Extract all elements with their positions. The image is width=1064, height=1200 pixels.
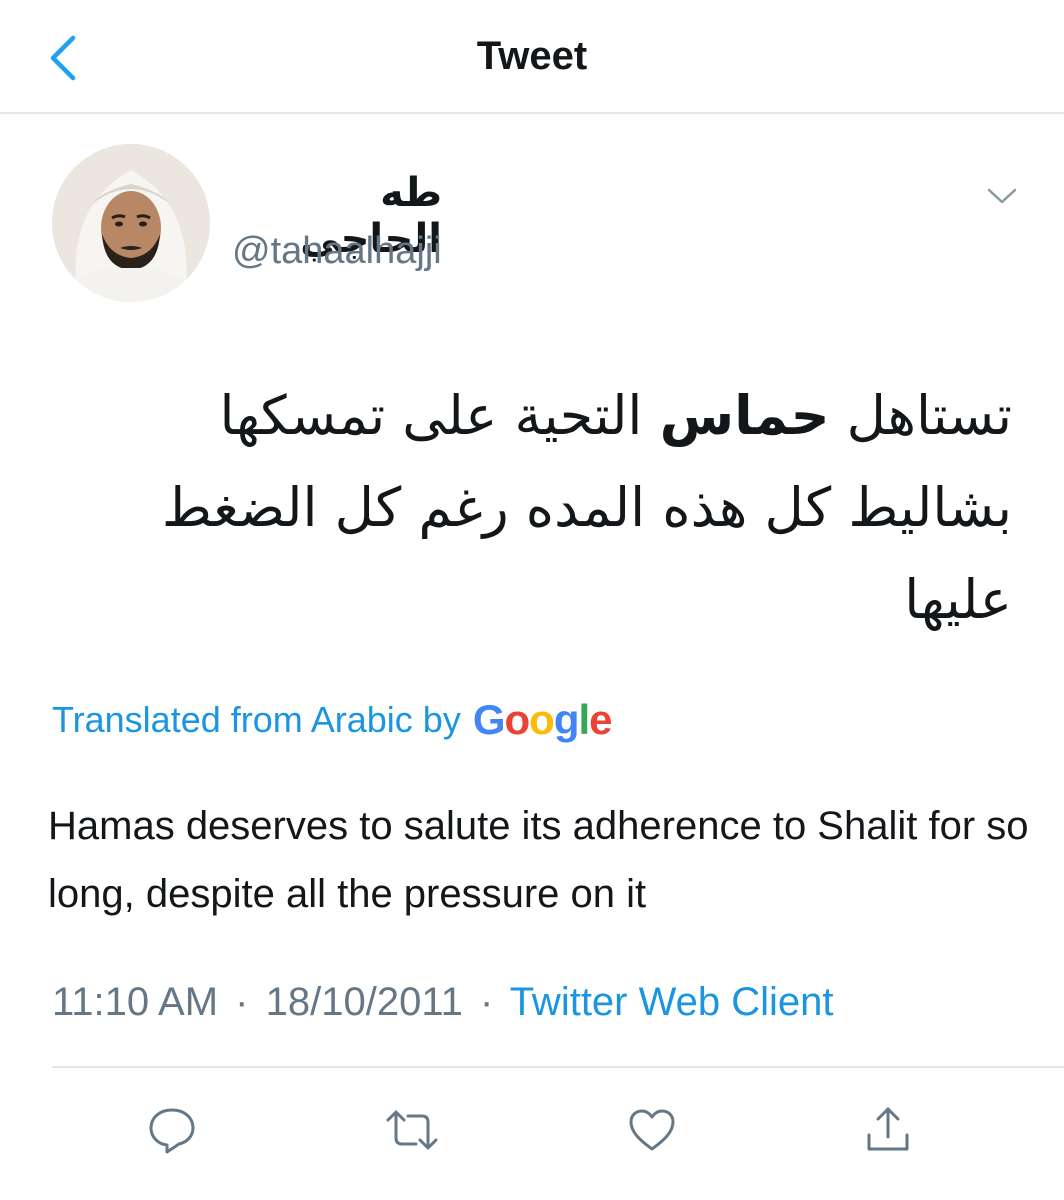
- translated-text: Hamas deserves to salute its adherence t…: [48, 804, 1029, 916]
- tweet-date: 18/10/2011: [265, 980, 463, 1024]
- share-icon: [867, 1107, 909, 1151]
- tweet-source-link[interactable]: Twitter Web Client: [510, 980, 834, 1024]
- retweet-button[interactable]: [384, 1102, 440, 1158]
- tweet-detail-screen: Tweet طه الحاجي @tahaalhajji تستاهل حماس…: [0, 0, 1064, 1200]
- tweet-text-bold: حماس: [659, 384, 830, 447]
- translated-label: Translated from Arabic by: [52, 699, 461, 740]
- tweet-text-part: تستاهل: [829, 384, 1012, 447]
- tweet-metadata: 11:10 AM · 18/10/2011 · Twitter Web Clie…: [52, 980, 834, 1032]
- meta-separator: ·: [479, 980, 494, 1024]
- avatar[interactable]: [52, 144, 210, 302]
- reply-icon: [149, 1108, 195, 1154]
- author-handle[interactable]: @tahaalhajji: [232, 230, 442, 273]
- chevron-down-icon: [987, 188, 1017, 204]
- tweet-time: 11:10 AM: [52, 980, 219, 1024]
- heart-icon: [629, 1109, 675, 1151]
- share-button[interactable]: [860, 1102, 916, 1158]
- tweet-body: تستاهل حماس التحية على تمسكها بشاليط كل …: [120, 370, 1012, 646]
- meta-separator: ·: [235, 980, 249, 1024]
- tweet-options-button[interactable]: [976, 176, 1028, 216]
- translation-attribution[interactable]: Translated from Arabic by Google: [52, 694, 613, 746]
- top-nav-bar: Tweet: [0, 0, 1064, 114]
- like-button[interactable]: [624, 1102, 680, 1158]
- page-title: Tweet: [476, 34, 588, 78]
- reply-button[interactable]: [144, 1102, 200, 1158]
- retweet-icon: [386, 1110, 438, 1150]
- profile-photo: [52, 144, 210, 302]
- google-logo: Google: [472, 696, 613, 743]
- divider: [52, 1066, 1064, 1068]
